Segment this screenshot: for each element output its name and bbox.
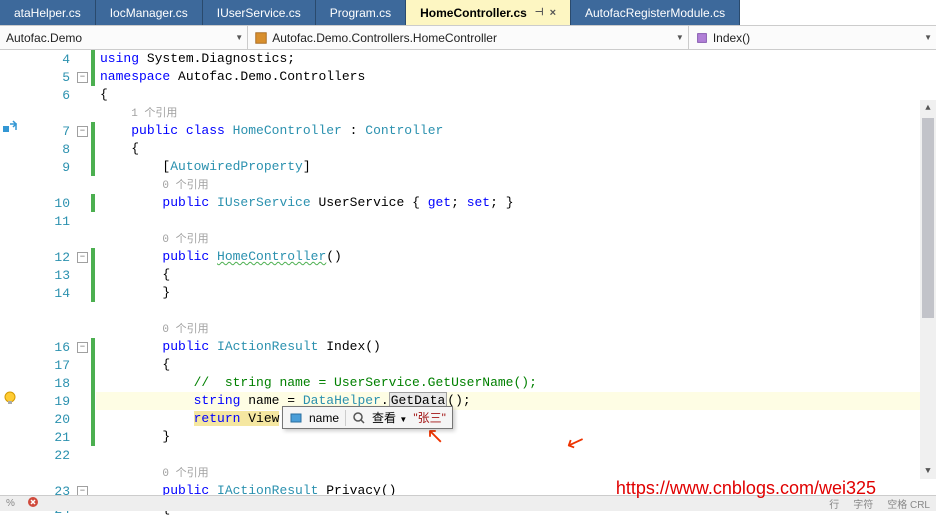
chevron-down-icon: ▼: [235, 33, 243, 42]
chevron-down-icon: ▼: [924, 33, 932, 42]
code-text-area[interactable]: using System.Diagnostics; namespace Auto…: [96, 50, 936, 495]
line-number: 22: [34, 446, 70, 464]
datatip-variable: name: [309, 411, 339, 425]
line-number: 11: [34, 212, 70, 230]
line-number: 5: [34, 68, 70, 86]
line-number: [34, 104, 70, 122]
nav-member-dropdown[interactable]: Index()▼: [689, 26, 936, 49]
tab-iocmanager[interactable]: IocManager.cs: [96, 0, 203, 25]
separator: [345, 410, 346, 426]
debug-datatip[interactable]: name 查看 ▼ "张三": [282, 406, 453, 429]
line-number: [34, 320, 70, 338]
tab-datahelper[interactable]: ataHelper.cs: [0, 0, 96, 25]
line-number: 8: [34, 140, 70, 158]
line-number: 6: [34, 86, 70, 104]
scroll-down-icon[interactable]: ▼: [920, 463, 936, 479]
search-icon[interactable]: [352, 411, 366, 425]
nav-class-dropdown[interactable]: Autofac.Demo.Controllers.HomeController▼: [248, 26, 689, 49]
line-number: 13: [34, 266, 70, 284]
scrollbar-thumb[interactable]: [922, 118, 934, 318]
line-number: 21: [34, 428, 70, 446]
tab-iuserservice[interactable]: IUserService.cs: [203, 0, 316, 25]
tab-program[interactable]: Program.cs: [316, 0, 406, 25]
document-tab-bar: ataHelper.cs IocManager.cs IUserService.…: [0, 0, 936, 26]
datatip-view-label[interactable]: 查看 ▼: [372, 409, 407, 426]
field-icon: [289, 411, 303, 425]
status-misc: 空格 CRL: [887, 496, 930, 511]
line-number: [34, 302, 70, 320]
fold-toggle[interactable]: −: [77, 72, 88, 83]
fold-toggle[interactable]: −: [77, 252, 88, 263]
error-indicator-icon[interactable]: [27, 496, 39, 511]
refactor-icon[interactable]: [2, 120, 18, 136]
class-icon: [254, 31, 268, 45]
line-number: 4: [34, 50, 70, 68]
line-number: 12: [34, 248, 70, 266]
line-number: 7: [34, 122, 70, 140]
line-number: 16: [34, 338, 70, 356]
zoom-percent: %: [6, 498, 15, 509]
line-number: 20: [34, 410, 70, 428]
folding-gutter: − − − − −: [76, 50, 90, 495]
code-editor[interactable]: 4 5 6 7 8 9 10 11 12 13 14 16 17 18 19 2…: [0, 50, 936, 495]
close-icon[interactable]: ×: [550, 7, 556, 19]
line-number: 17: [34, 356, 70, 374]
pin-icon[interactable]: ⊣: [535, 7, 544, 18]
tab-autofacregistermodule[interactable]: AutofacRegisterModule.cs: [571, 0, 740, 25]
line-number-gutter: 4 5 6 7 8 9 10 11 12 13 14 16 17 18 19 2…: [34, 50, 76, 495]
nav-project-dropdown[interactable]: Autofac.Demo▼: [0, 26, 248, 49]
scroll-up-icon[interactable]: ▲: [920, 100, 936, 116]
glyph-margin: [0, 50, 34, 495]
chevron-down-icon: ▼: [676, 33, 684, 42]
lightbulb-icon[interactable]: [2, 390, 18, 406]
line-number: 10: [34, 194, 70, 212]
fold-toggle[interactable]: −: [77, 342, 88, 353]
tab-homecontroller[interactable]: HomeController.cs ⊣ ×: [406, 0, 571, 25]
line-number: 19: [34, 392, 70, 410]
fold-toggle[interactable]: −: [77, 126, 88, 137]
line-number: 14: [34, 284, 70, 302]
watermark-link: https://www.cnblogs.com/wei325: [616, 478, 876, 499]
line-number: 9: [34, 158, 70, 176]
line-number: 18: [34, 374, 70, 392]
datatip-value: "张三": [413, 409, 446, 426]
method-icon: [695, 31, 709, 45]
line-number: [34, 176, 70, 194]
line-number: [34, 464, 70, 482]
navigation-bar: Autofac.Demo▼ Autofac.Demo.Controllers.H…: [0, 26, 936, 50]
line-number: [34, 230, 70, 248]
